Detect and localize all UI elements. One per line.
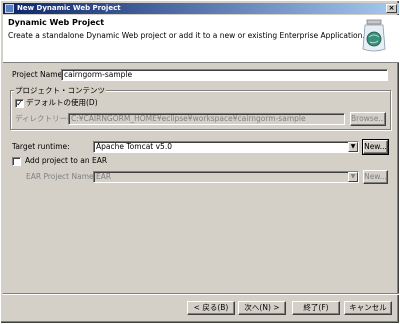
project-name-label: Project Name: [12,70,65,79]
finish-button[interactable]: 終了(F) [292,301,340,315]
ear-project-name-label: EAR Project Name: [26,172,97,181]
new-runtime-button[interactable]: New... [362,139,389,155]
back-button[interactable]: < 戻る(B) [187,301,235,315]
target-runtime-label: Target runtime: [12,142,70,151]
target-runtime-value: Apache Tomcat v5.0 [96,142,172,151]
cancel-button[interactable]: キャンセル [344,301,392,315]
title-bar: New Dynamic Web Project × [3,3,399,14]
browse-button: Browse... [350,112,386,126]
wizard-window: New Dynamic Web Project × Dynamic Web Pr… [0,0,400,324]
target-runtime-select[interactable]: Apache Tomcat v5.0 ▼ [93,141,359,153]
window-title: New Dynamic Web Project [17,4,121,12]
app-icon [5,4,14,13]
directory-field: C:¥CAIRNGORM_HOME¥eclipse¥workspace¥cair… [68,113,345,125]
chevron-down-icon[interactable]: ▼ [348,142,358,152]
use-default-checkbox[interactable]: ✓ [15,99,24,108]
ear-project-select: EAR ▼ [93,171,359,183]
chevron-down-icon: ▼ [348,172,358,182]
project-name-field[interactable]: cairngorm-sample [61,69,388,81]
page-description: Create a standalone Dynamic Web project … [8,31,365,40]
use-default-label: デフォルトの使用(D) [26,98,98,107]
next-button[interactable]: 次へ(N) > [238,301,286,315]
close-icon[interactable]: × [386,4,397,13]
add-to-ear-label: Add project to an EAR [25,156,108,165]
new-ear-button: New... [363,170,388,184]
wizard-banner: Dynamic Web Project Create a standalone … [3,15,399,63]
footer-separator [3,293,399,295]
web-project-icon [362,19,386,52]
ear-project-value: EAR [96,172,112,181]
page-title: Dynamic Web Project [8,18,105,27]
project-contents-title: プロジェクト・コンテンツ [14,86,106,95]
add-to-ear-checkbox[interactable] [12,157,21,166]
